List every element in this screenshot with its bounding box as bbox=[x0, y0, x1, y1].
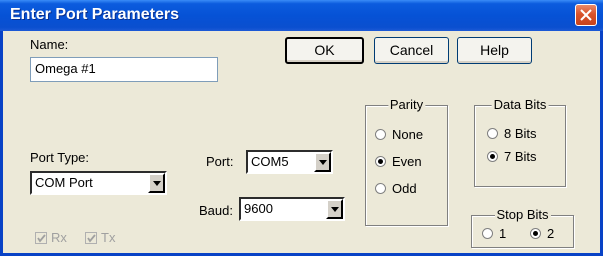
data-bits-group: Data Bits 8 Bits 7 Bits bbox=[474, 97, 566, 187]
stop-bits-option-label: 2 bbox=[547, 226, 555, 241]
port-select[interactable]: COM5 bbox=[246, 150, 333, 174]
parity-option-label: Even bbox=[392, 154, 422, 169]
baud-select[interactable]: 9600 bbox=[239, 197, 345, 221]
help-button[interactable]: Help bbox=[457, 37, 532, 64]
data-bits-option-label: 7 Bits bbox=[504, 149, 537, 164]
close-icon bbox=[580, 9, 592, 21]
radio-icon bbox=[375, 129, 386, 140]
radio-icon bbox=[482, 228, 493, 239]
chevron-down-icon[interactable] bbox=[326, 199, 343, 219]
dialog-window: Enter Port Parameters Name: Omega #1 OK … bbox=[0, 0, 603, 256]
parity-option-label: None bbox=[392, 127, 424, 142]
dialog-body: Name: Omega #1 OK Cancel Help Port Type:… bbox=[3, 31, 600, 253]
radio-selected-icon bbox=[375, 156, 386, 167]
port-type-value: COM Port bbox=[35, 175, 93, 190]
baud-label: Baud: bbox=[199, 203, 233, 218]
parity-option-odd[interactable]: Odd bbox=[375, 181, 417, 197]
tx-label: Tx bbox=[101, 230, 116, 245]
parity-option-label: Odd bbox=[392, 181, 417, 196]
stop-bits-title: Stop Bits bbox=[494, 207, 551, 223]
close-button[interactable] bbox=[575, 4, 597, 26]
port-type-select[interactable]: COM Port bbox=[30, 171, 167, 195]
parity-title: Parity bbox=[387, 97, 426, 113]
radio-icon bbox=[487, 128, 498, 139]
ok-button[interactable]: OK bbox=[285, 37, 364, 64]
port-value: COM5 bbox=[251, 154, 289, 169]
data-bits-option-8[interactable]: 8 Bits bbox=[487, 126, 537, 142]
data-bits-option-label: 8 Bits bbox=[504, 126, 537, 141]
chevron-down-icon[interactable] bbox=[148, 173, 165, 193]
title-bar[interactable]: Enter Port Parameters bbox=[0, 0, 603, 31]
port-label: Port: bbox=[206, 154, 234, 169]
baud-value: 9600 bbox=[244, 201, 273, 216]
stop-bits-group: Stop Bits 1 2 bbox=[471, 207, 574, 248]
stop-bits-option-label: 1 bbox=[499, 226, 507, 241]
tx-checkbox[interactable]: Tx bbox=[85, 230, 115, 246]
rx-checkbox[interactable]: Rx bbox=[35, 230, 67, 246]
stop-bits-option-2[interactable]: 2 bbox=[530, 226, 554, 242]
chevron-down-icon[interactable] bbox=[314, 152, 331, 172]
checkmark-icon bbox=[85, 232, 97, 244]
port-type-label: Port Type: bbox=[30, 150, 90, 165]
name-label: Name: bbox=[30, 37, 69, 52]
radio-selected-icon bbox=[530, 228, 541, 239]
radio-icon bbox=[375, 183, 386, 194]
cancel-button[interactable]: Cancel bbox=[374, 37, 449, 64]
data-bits-option-7[interactable]: 7 Bits bbox=[487, 149, 537, 165]
radio-selected-icon bbox=[487, 151, 498, 162]
name-input[interactable]: Omega #1 bbox=[30, 57, 218, 82]
rx-label: Rx bbox=[51, 230, 67, 245]
parity-option-none[interactable]: None bbox=[375, 127, 423, 143]
parity-group: Parity None Even Odd bbox=[365, 97, 448, 226]
stop-bits-option-1[interactable]: 1 bbox=[482, 226, 506, 242]
window-title: Enter Port Parameters bbox=[10, 6, 179, 23]
data-bits-title: Data Bits bbox=[491, 97, 549, 113]
checkmark-icon bbox=[35, 232, 47, 244]
parity-option-even[interactable]: Even bbox=[375, 154, 422, 170]
